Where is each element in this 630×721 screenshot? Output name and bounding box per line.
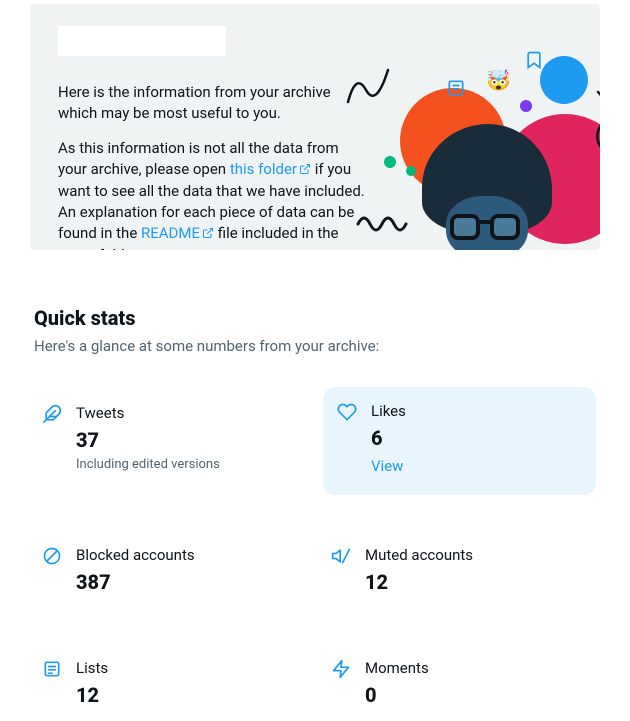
stat-value: 0: [365, 681, 429, 709]
intro-p2: As this information is not all the data …: [58, 138, 368, 250]
stat-label: Lists: [76, 658, 108, 679]
stat-likes[interactable]: Likes 6 View: [323, 387, 596, 495]
this-folder-link[interactable]: this folder: [230, 160, 311, 178]
stat-value: 387: [76, 568, 195, 596]
hero-placeholder: [58, 26, 226, 56]
quick-stats-section: Quick stats Here's a glance at some numb…: [30, 304, 600, 721]
quick-stats-sub: Here's a glance at some numbers from you…: [34, 336, 596, 357]
list-icon: [42, 659, 62, 685]
bolt-icon: [331, 659, 351, 685]
hero-illustration: 🤯: [360, 4, 600, 250]
stat-value: 6: [371, 424, 406, 452]
note-icon: [446, 78, 466, 104]
mind-blown-emoji-icon: 🤯: [486, 66, 511, 94]
intro-p1: Here is the information from your archiv…: [58, 82, 368, 124]
stat-value: 37: [76, 426, 220, 454]
intro-panel: Here is the information from your archiv…: [30, 4, 600, 250]
mute-icon: [331, 546, 351, 572]
stat-tweets: Tweets 37 Including edited versions: [34, 393, 307, 495]
stats-grid: Tweets 37 Including edited versions Like…: [34, 393, 596, 721]
stat-lists: Lists 12: [34, 648, 307, 721]
stat-value: 12: [76, 681, 108, 709]
block-icon: [42, 546, 62, 572]
stat-value: 12: [365, 568, 473, 596]
person-illustration: [418, 120, 558, 250]
stat-extra: Including edited versions: [76, 456, 220, 474]
view-likes-link[interactable]: View: [371, 456, 403, 477]
external-link-icon: [202, 224, 214, 245]
stat-label: Tweets: [76, 403, 220, 424]
stat-muted: Muted accounts 12: [323, 535, 596, 608]
feather-icon: [42, 404, 62, 430]
quick-stats-title: Quick stats: [34, 304, 596, 332]
stat-moments: Moments 0: [323, 648, 596, 721]
stat-label: Moments: [365, 658, 429, 679]
readme-link[interactable]: README: [141, 224, 214, 242]
external-link-icon: [299, 160, 311, 181]
stat-label: Muted accounts: [365, 545, 473, 566]
stat-label: Blocked accounts: [76, 545, 195, 566]
stat-blocked: Blocked accounts 387: [34, 535, 307, 608]
bookmark-icon: [524, 50, 544, 76]
heart-icon: [337, 402, 357, 428]
stat-label: Likes: [371, 401, 406, 422]
